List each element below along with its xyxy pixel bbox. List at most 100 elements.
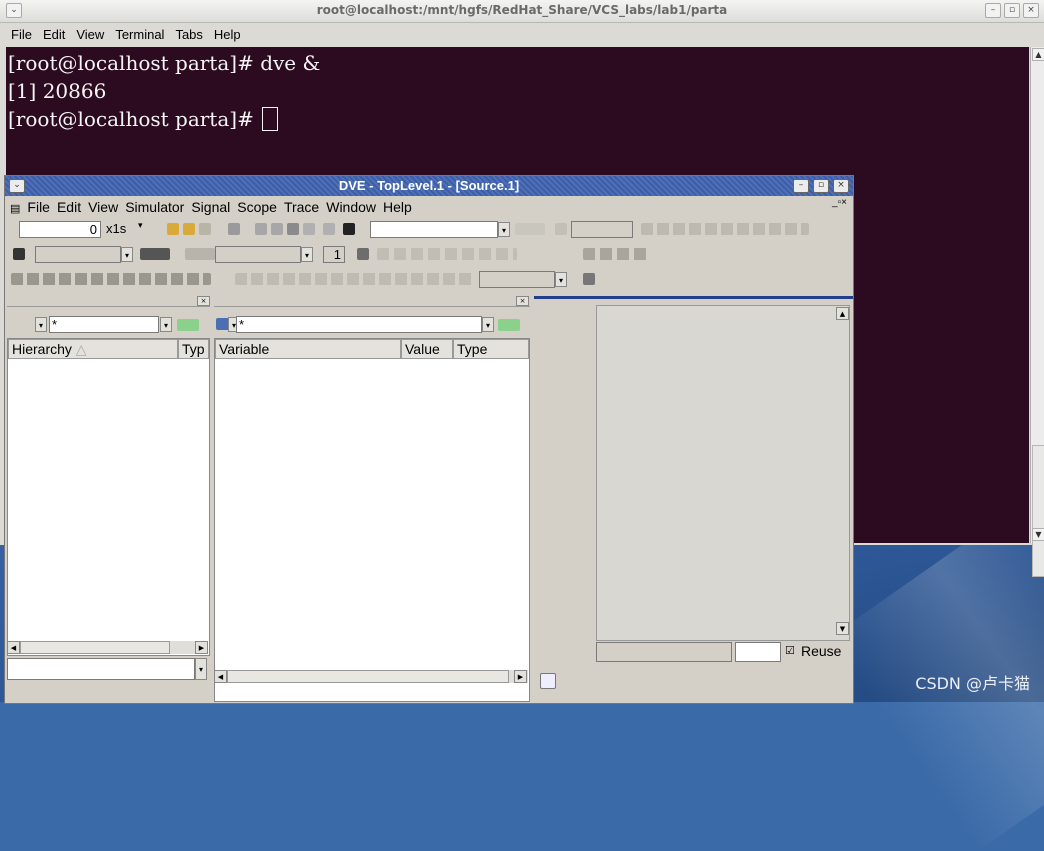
hierarchy-filter-dropdown-icon[interactable]: ▾ — [160, 317, 172, 332]
maximize-icon[interactable]: ▫ — [1004, 3, 1020, 18]
col-type[interactable]: Typ — [178, 339, 209, 359]
menu-file[interactable]: File — [11, 27, 32, 42]
menu-edit[interactable]: Edit — [43, 27, 65, 42]
reuse-checkbox[interactable]: ☑ — [785, 644, 795, 657]
scroll-up-icon[interactable]: ▲ — [1032, 48, 1044, 61]
terminal-scrollbar[interactable]: ▲ ▼ — [1030, 47, 1044, 577]
close-icon[interactable]: × — [516, 296, 529, 306]
cut-icon[interactable] — [255, 223, 267, 235]
terminal-titlebar[interactable]: ⌄ root@localhost:/mnt/hgfs/RedHat_Share/… — [0, 0, 1044, 23]
dve-titlebar[interactable]: ⌄ DVE - TopLevel.1 - [Source.1] – ▫ × — [5, 176, 853, 196]
signal-dropdown-icon[interactable]: ▾ — [301, 247, 313, 262]
menu-window[interactable]: Window — [326, 199, 376, 215]
menu-signal[interactable]: Signal — [191, 199, 230, 215]
command-dropdown-icon[interactable]: ▾ — [195, 658, 207, 680]
zoom-input[interactable] — [479, 271, 555, 288]
scroll-thumb[interactable] — [1032, 445, 1044, 577]
minimize-icon[interactable]: – — [985, 3, 1001, 18]
col-type[interactable]: Type — [453, 339, 529, 359]
pane-grip[interactable] — [7, 296, 210, 307]
variable-filter-dropdown-icon[interactable]: ▾ — [482, 317, 494, 332]
signal-input[interactable] — [215, 246, 301, 263]
scroll-up-icon[interactable]: ▲ — [836, 307, 849, 320]
open-folder-icon[interactable] — [167, 223, 179, 235]
mdi-controls-icon[interactable]: _▫× — [832, 197, 847, 208]
simulation-control-icons[interactable] — [641, 223, 809, 235]
col-hierarchy[interactable]: Hierarchy △ — [8, 339, 178, 359]
find-prev-next-icon[interactable] — [515, 223, 545, 235]
hierarchy-tree[interactable]: Hierarchy △ Typ — [7, 338, 210, 656]
close-icon[interactable]: × — [833, 179, 849, 193]
menu-help[interactable]: Help — [214, 27, 241, 42]
view-icons[interactable] — [583, 248, 647, 260]
trace-icons[interactable] — [377, 248, 517, 260]
scroll-left-icon[interactable]: ◀ — [7, 641, 20, 654]
source-view[interactable] — [596, 305, 850, 641]
menu-help[interactable]: Help — [383, 199, 412, 215]
step-input[interactable] — [571, 221, 633, 238]
terminal-prompt-line: [root@localhost parta]# — [8, 107, 279, 131]
dve-menubar: ▤ File Edit View Simulator Signal Scope Trace Wi… — [5, 197, 853, 217]
paste-icon[interactable] — [287, 223, 299, 235]
menu-edit[interactable]: Edit — [57, 199, 81, 215]
hierarchy-icon[interactable] — [13, 248, 25, 260]
hierarchy-command-input[interactable] — [7, 658, 195, 680]
find-icon[interactable] — [323, 223, 335, 235]
menu-view[interactable]: View — [88, 199, 118, 215]
step-icon[interactable] — [555, 223, 567, 235]
scroll-down-icon[interactable]: ▼ — [1032, 528, 1044, 541]
navigate-icon[interactable] — [185, 248, 215, 260]
open-db-icon[interactable] — [183, 223, 195, 235]
menu-trace[interactable]: Trace — [284, 199, 319, 215]
maximize-icon[interactable]: ▫ — [813, 179, 829, 193]
time-input[interactable]: 0 — [19, 221, 101, 238]
scroll-down-icon[interactable]: ▼ — [836, 622, 849, 635]
pane-grip[interactable] — [214, 296, 530, 307]
scroll-left-icon[interactable]: ◀ — [214, 670, 227, 683]
search-dropdown-icon[interactable]: ▾ — [498, 222, 510, 237]
zoom-icons[interactable] — [235, 273, 475, 285]
chevron-down-icon[interactable]: ▾ — [138, 221, 143, 231]
reload-icon[interactable] — [199, 223, 211, 235]
scope-input[interactable] — [35, 246, 121, 263]
binoculars-icon[interactable] — [343, 223, 355, 235]
scroll-thumb[interactable] — [227, 670, 509, 683]
menu-file[interactable]: File — [27, 199, 50, 215]
scope-dropdown-icon[interactable]: ▾ — [121, 247, 133, 262]
variable-filter-input[interactable]: * — [236, 316, 482, 333]
delete-icon[interactable] — [303, 223, 315, 235]
menu-view[interactable]: View — [76, 27, 104, 42]
filter-icon[interactable] — [498, 319, 520, 331]
variable-hscrollbar[interactable]: ◀ ▶ — [214, 670, 528, 683]
col-variable[interactable]: Variable — [215, 339, 401, 359]
hierarchy-filter-input[interactable]: * — [49, 316, 159, 333]
signal-tool-icon[interactable] — [140, 248, 170, 260]
scroll-right-icon[interactable]: ▶ — [195, 641, 208, 654]
menu-terminal[interactable]: Terminal — [115, 27, 164, 42]
close-icon[interactable]: × — [197, 296, 210, 306]
print-icon[interactable] — [228, 223, 240, 235]
copy-icon[interactable] — [271, 223, 283, 235]
minimize-icon[interactable]: – — [793, 179, 809, 193]
source-icon[interactable] — [357, 248, 369, 260]
grid-icon[interactable] — [583, 273, 595, 285]
hierarchy-hscrollbar[interactable]: ◀ ▶ — [7, 641, 208, 654]
close-icon[interactable]: × — [1023, 3, 1039, 18]
search-input[interactable] — [370, 221, 498, 238]
source-input[interactable] — [735, 642, 781, 662]
zoom-dropdown-icon[interactable]: ▾ — [555, 272, 567, 287]
doc-menu-icon[interactable]: ▤ — [10, 202, 20, 215]
source-tab-icon[interactable] — [540, 673, 556, 689]
menu-scope[interactable]: Scope — [237, 199, 277, 215]
col-value[interactable]: Value — [401, 339, 453, 359]
step-count[interactable]: 1 — [323, 246, 345, 263]
window-icons[interactable] — [11, 273, 211, 285]
menu-simulator[interactable]: Simulator — [125, 199, 184, 215]
scroll-right-icon[interactable]: ▶ — [514, 670, 527, 683]
filter-icon[interactable] — [177, 319, 199, 331]
variable-list[interactable]: Variable Value Type — [214, 338, 530, 702]
menu-tabs[interactable]: Tabs — [175, 27, 202, 42]
scroll-thumb[interactable] — [20, 641, 170, 654]
hierarchy-type-dropdown-icon[interactable]: ▾ — [35, 317, 47, 332]
time-unit-select[interactable]: x1s — [106, 221, 126, 236]
